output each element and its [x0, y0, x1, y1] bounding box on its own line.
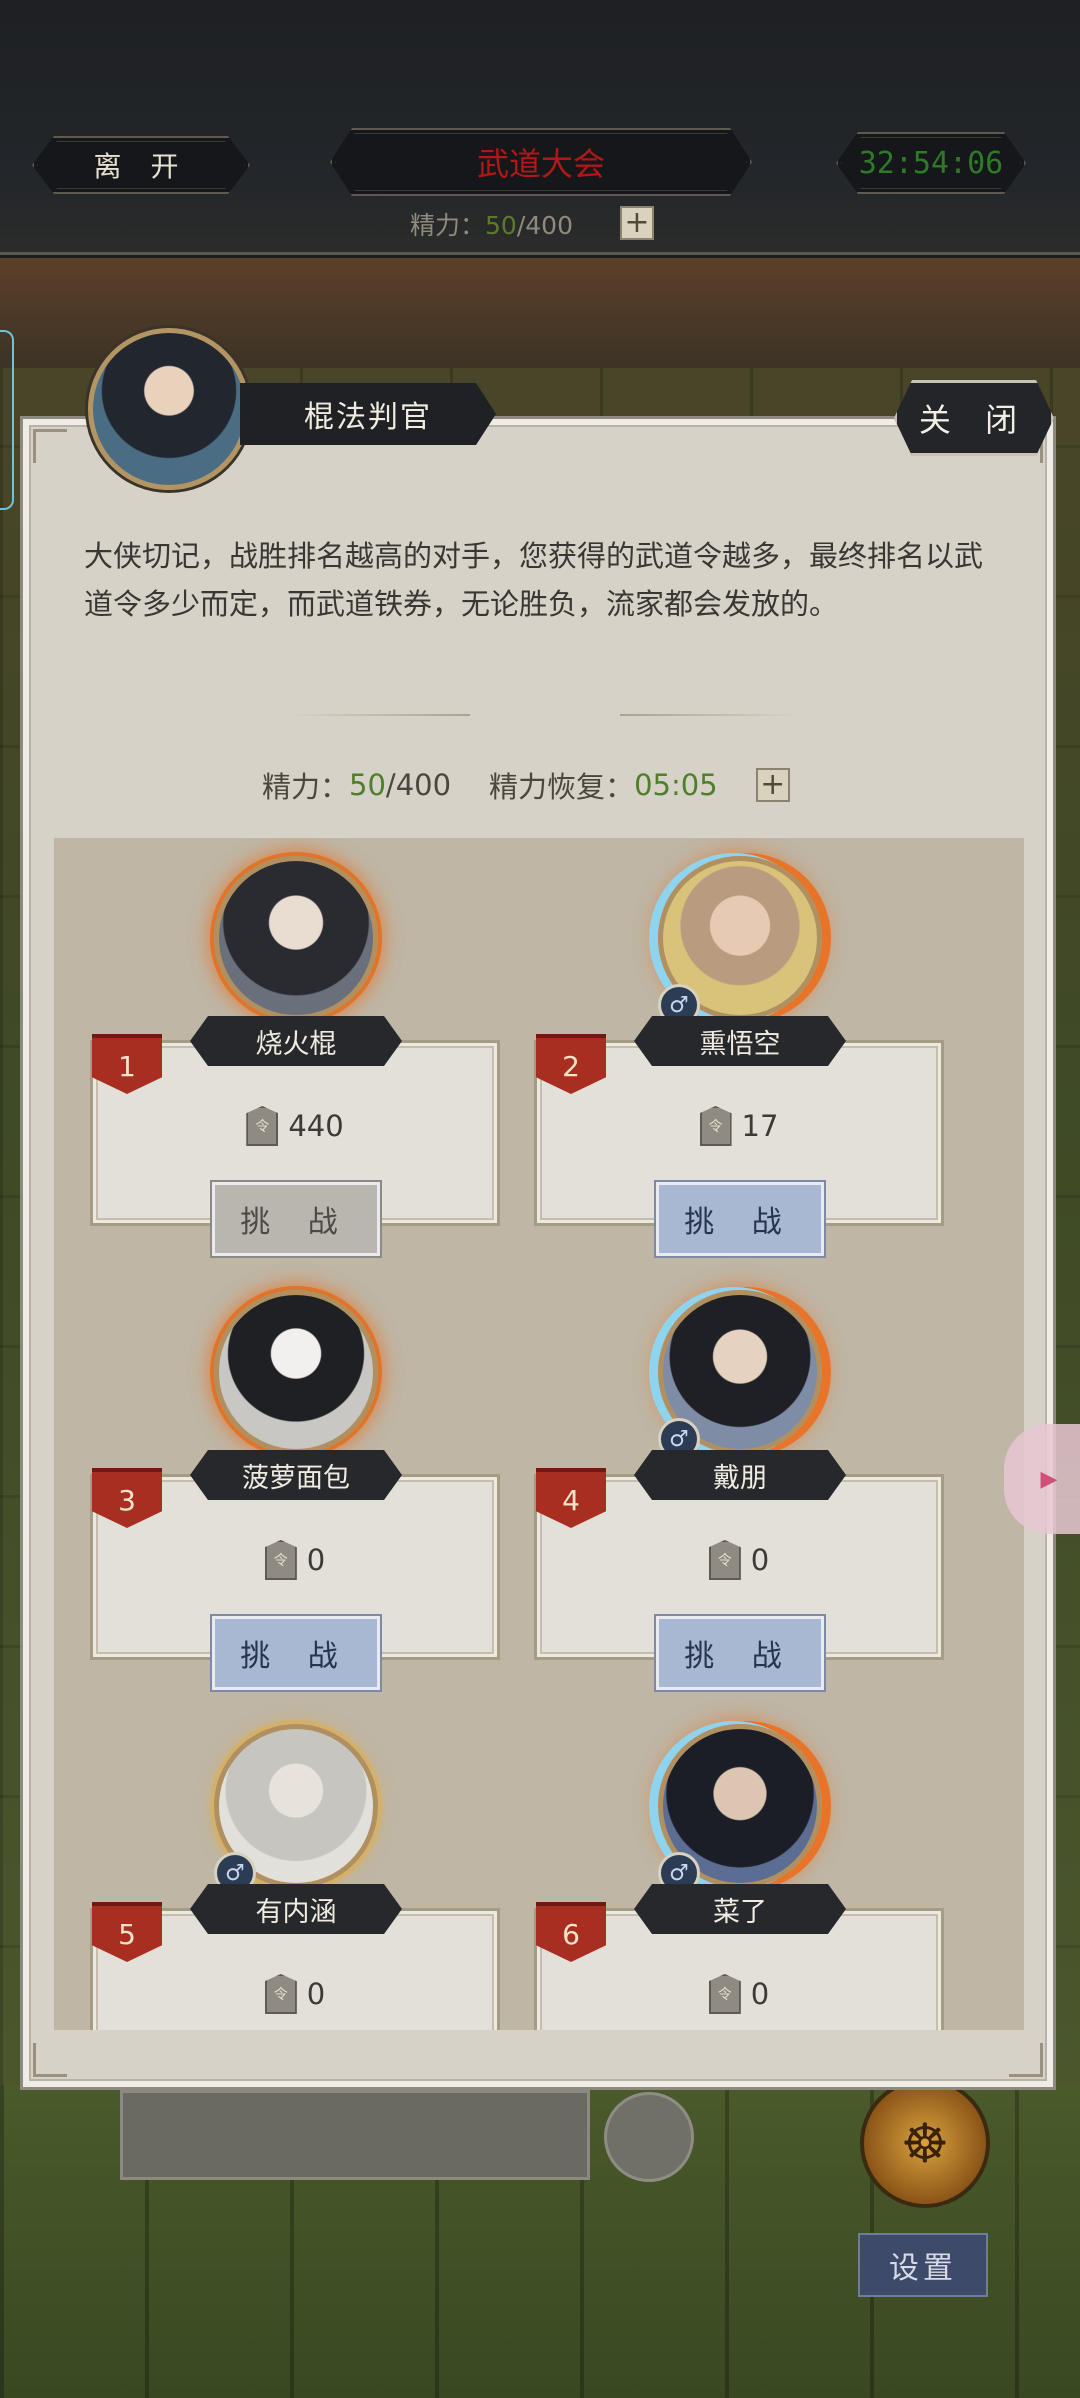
- top-energy-label: 精力：: [410, 211, 486, 240]
- token-count: 令 440: [90, 1106, 500, 1146]
- energy-plus-button[interactable]: +: [755, 767, 790, 802]
- top-energy-current: 50: [485, 211, 517, 240]
- energy-recover-label: 精力恢复：: [489, 770, 635, 804]
- stone-drum: [604, 2092, 694, 2182]
- opponent-name: 烧火棍: [190, 1016, 402, 1066]
- opponent-name: 熏悟空: [634, 1016, 846, 1066]
- opponent-avatar[interactable]: [214, 1290, 378, 1454]
- top-bar: 离 开 武道大会 32:54:06 精力：50/400 +: [0, 0, 1080, 255]
- opponent-name: 有内涵: [190, 1884, 402, 1934]
- token-count: 令 17: [534, 1106, 944, 1146]
- challenge-button[interactable]: 挑 战: [212, 1616, 380, 1690]
- plus-icon: +: [760, 767, 786, 802]
- opponent-name: 菜了: [634, 1884, 846, 1934]
- panel-corner-ornament: [33, 2043, 67, 2077]
- npc-avatar: [88, 328, 250, 490]
- meditation-icon: ☸: [900, 2111, 950, 2175]
- leave-button[interactable]: 离 开: [32, 136, 250, 194]
- token-icon: 令: [264, 1974, 297, 2014]
- side-drawer-handle[interactable]: [0, 330, 14, 510]
- opponent-avatar[interactable]: [214, 856, 378, 1020]
- token-icon: 令: [264, 1540, 297, 1580]
- energy-current: 50: [349, 768, 386, 802]
- token-icon: 令: [699, 1106, 732, 1146]
- settings-button[interactable]: 设置: [858, 2233, 988, 2297]
- energy-label: 精力：: [262, 770, 350, 804]
- energy-recover-time: 05:05: [634, 768, 718, 802]
- token-value: 0: [750, 1977, 770, 2011]
- opponent-grid: 烧火棍 1 令 440 挑 战 ♂ 熏悟空 2 令 17 挑 战 菠萝面包 3 …: [54, 838, 1024, 2030]
- token-value: 440: [288, 1109, 344, 1143]
- opponent-card: ♂ 熏悟空 2 令 17 挑 战: [534, 838, 944, 1268]
- opponent-card: ♂ 有内涵 5 令 0: [90, 1706, 500, 2030]
- opponent-card: 菠萝面包 3 令 0 挑 战: [90, 1272, 500, 1702]
- token-icon: 令: [246, 1106, 279, 1146]
- token-value: 0: [306, 1977, 326, 2011]
- countdown-timer: 32:54:06: [836, 132, 1026, 194]
- opponent-name: 菠萝面包: [190, 1450, 402, 1500]
- panel-corner-ornament: [1009, 2043, 1043, 2077]
- energy-status: 精力： 50/400 精力恢复： 05:05 +: [262, 764, 790, 806]
- opponent-card: ♂ 戴朋 4 令 0 挑 战: [534, 1272, 944, 1702]
- challenge-button[interactable]: 挑 战: [212, 1182, 380, 1256]
- plus-icon: +: [624, 205, 650, 240]
- divider-ornament: [620, 714, 800, 716]
- close-button[interactable]: 关 闭: [894, 380, 1054, 456]
- token-value: 0: [750, 1543, 770, 1577]
- meditate-button[interactable]: ☸: [860, 2078, 990, 2208]
- token-value: 0: [306, 1543, 326, 1577]
- divider-ornament: [290, 714, 470, 716]
- energy-max: /400: [385, 768, 452, 802]
- top-energy-plus-button[interactable]: +: [620, 206, 654, 240]
- token-icon: 令: [708, 1540, 741, 1580]
- bilibili-icon: ▶: [1040, 1466, 1058, 1492]
- token-count: 令 0: [534, 1974, 944, 2014]
- panel-corner-ornament: [33, 429, 67, 463]
- npc-name: 棍法判官: [240, 383, 496, 445]
- token-count: 令 0: [90, 1540, 500, 1580]
- floating-bilibili-button[interactable]: ▶: [1004, 1424, 1080, 1534]
- token-icon: 令: [708, 1974, 741, 2014]
- stone-platform: [120, 2090, 590, 2180]
- opponent-card: 烧火棍 1 令 440 挑 战: [90, 838, 500, 1268]
- token-count: 令 0: [90, 1974, 500, 2014]
- opponent-name: 戴朋: [634, 1450, 846, 1500]
- top-energy-max: /400: [516, 211, 573, 240]
- npc-dialogue-text: 大侠切记，战胜排名越高的对手，您获得的武道令越多，最终排名以武道令多少而定，而武…: [84, 539, 984, 621]
- challenge-button[interactable]: 挑 战: [656, 1616, 824, 1690]
- event-title: 武道大会: [330, 128, 752, 196]
- token-count: 令 0: [534, 1540, 944, 1580]
- top-energy-display: 精力：50/400: [410, 206, 573, 242]
- challenge-button[interactable]: 挑 战: [656, 1182, 824, 1256]
- opponent-card: ♂ 菜了 6 令 0: [534, 1706, 944, 2030]
- token-value: 17: [741, 1109, 779, 1143]
